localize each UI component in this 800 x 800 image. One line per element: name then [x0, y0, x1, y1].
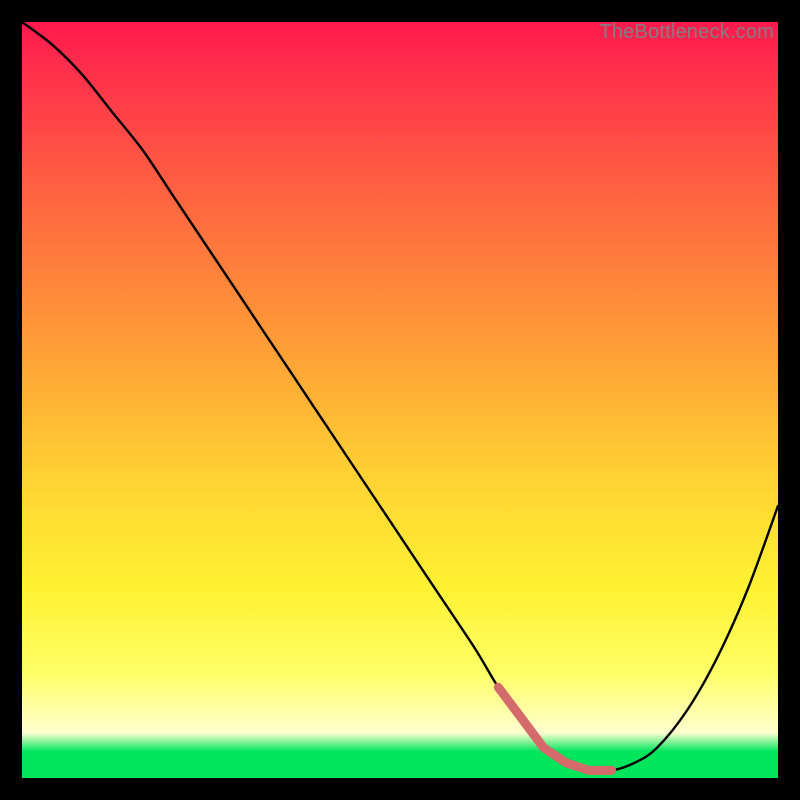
- plot-area: TheBottleneck.com: [22, 22, 778, 778]
- chart-stage: TheBottleneck.com: [0, 0, 800, 800]
- optimal-range-highlight: [22, 22, 778, 778]
- watermark-text: TheBottleneck.com: [599, 22, 774, 44]
